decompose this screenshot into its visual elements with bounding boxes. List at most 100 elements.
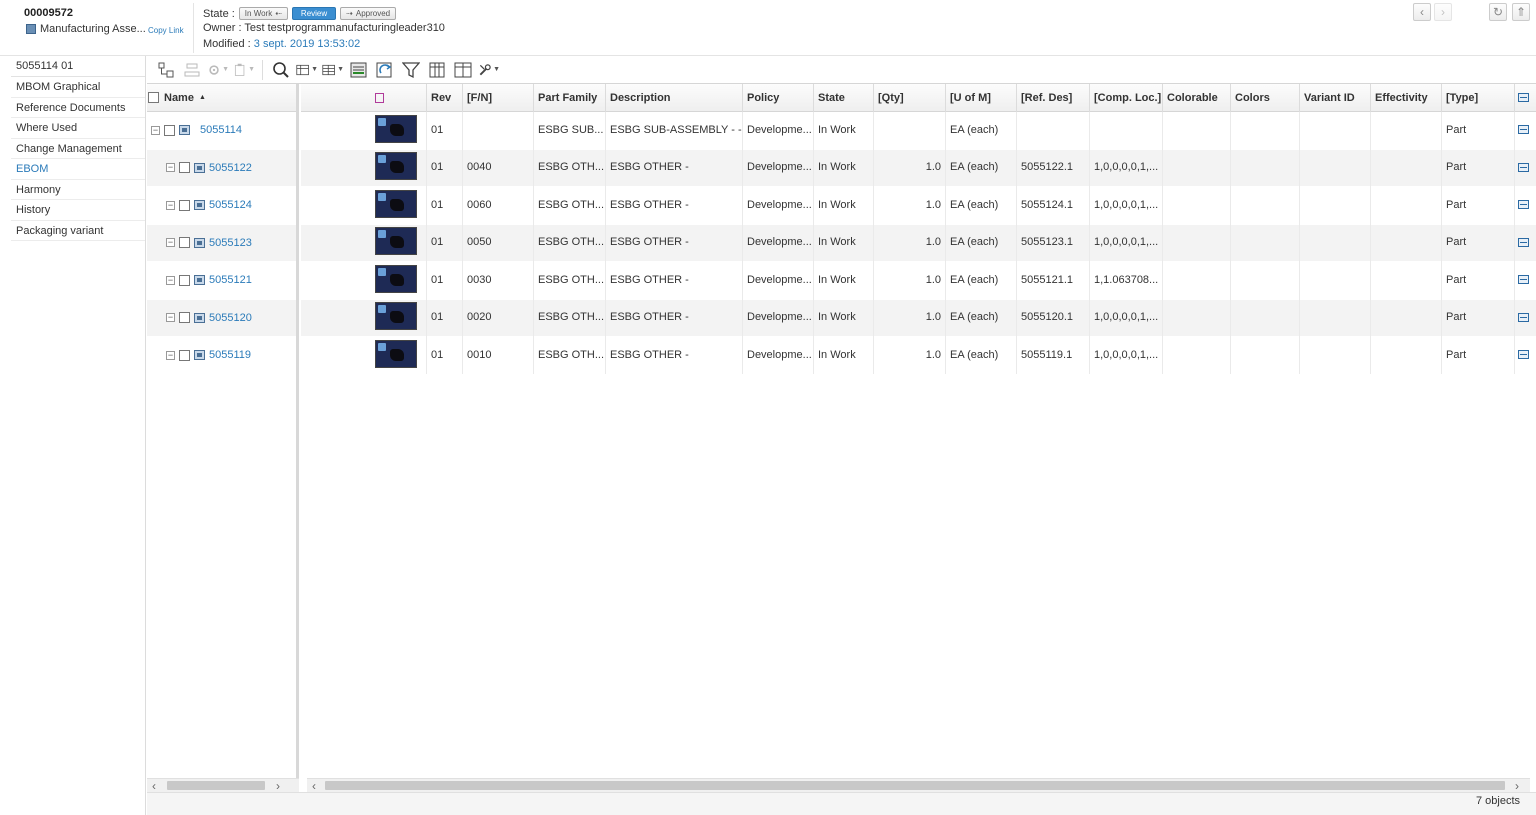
- part-thumbnail[interactable]: [375, 152, 417, 181]
- tree-row[interactable]: − 5055120: [147, 299, 296, 337]
- expand-structure-icon[interactable]: [155, 59, 177, 81]
- table-row[interactable]: 01 0030 ESBG OTH... ESBG OTHER - Developme..…: [301, 261, 1536, 300]
- row-checkbox[interactable]: [164, 124, 175, 136]
- row-checkbox[interactable]: [179, 349, 190, 361]
- sidebar-item-mbom-graphical[interactable]: MBOM Graphical: [11, 77, 145, 98]
- part-thumbnail[interactable]: [375, 264, 417, 293]
- part-name-link[interactable]: 5055114: [200, 124, 242, 136]
- column-header-description[interactable]: Description: [606, 84, 743, 112]
- row-detail-icon[interactable]: [1515, 112, 1535, 150]
- row-checkbox[interactable]: [179, 199, 190, 211]
- state-in-work[interactable]: In Work ⇠: [238, 7, 288, 20]
- forward-icon[interactable]: ›: [1434, 3, 1452, 21]
- scroll-right-icon[interactable]: ›: [271, 779, 285, 793]
- collapse-node-icon[interactable]: −: [166, 163, 175, 173]
- data-pane-scrollbar[interactable]: ‹ ›: [307, 778, 1530, 793]
- refresh-icon[interactable]: ↻: [1489, 3, 1507, 21]
- tree-row[interactable]: − 5055121: [147, 262, 296, 300]
- column-header-policy[interactable]: Policy: [743, 84, 814, 112]
- minimize-header-icon[interactable]: ⇑: [1512, 3, 1530, 21]
- column-header-uom[interactable]: [U of M]: [946, 84, 1017, 112]
- part-thumbnail[interactable]: [375, 302, 417, 331]
- row-detail-icon[interactable]: [1515, 149, 1535, 187]
- column-header-qty[interactable]: [Qty]: [874, 84, 946, 112]
- table-row[interactable]: 01 0060 ESBG OTH... ESBG OTHER - Developme..…: [301, 186, 1536, 225]
- column-header-comp-loc[interactable]: [Comp. Loc.]: [1090, 84, 1163, 112]
- row-detail-icon[interactable]: [1515, 187, 1535, 225]
- copy-link[interactable]: Copy Link: [148, 26, 184, 35]
- row-checkbox[interactable]: [179, 237, 190, 249]
- table-row[interactable]: 01 ESBG SUB... ESBG SUB-ASSEMBLY - - Develo…: [301, 111, 1536, 150]
- sidebar-item-history[interactable]: History: [11, 200, 145, 221]
- column-header-part-family[interactable]: Part Family: [534, 84, 606, 112]
- part-name-link[interactable]: 5055122: [209, 162, 252, 174]
- select-all-checkbox[interactable]: [148, 92, 159, 103]
- edit-table-icon[interactable]: [348, 59, 370, 81]
- part-thumbnail[interactable]: [375, 227, 417, 256]
- part-name-link[interactable]: 5055123: [209, 237, 252, 249]
- row-checkbox[interactable]: [179, 162, 190, 174]
- table-row[interactable]: 01 0020 ESBG OTH... ESBG OTHER - Developme..…: [301, 299, 1536, 337]
- row-detail-icon[interactable]: [1515, 337, 1535, 375]
- sidebar-item-ebom[interactable]: EBOM: [11, 159, 145, 180]
- collapse-node-icon[interactable]: −: [166, 275, 175, 285]
- tree-row[interactable]: − 5055114: [147, 112, 296, 150]
- paste-icon[interactable]: ▼: [233, 59, 255, 81]
- part-thumbnail[interactable]: [375, 189, 417, 218]
- row-checkbox[interactable]: [179, 274, 190, 286]
- refresh-link-icon[interactable]: [374, 59, 396, 81]
- search-icon[interactable]: [270, 59, 292, 81]
- row-detail-icon[interactable]: [1515, 262, 1535, 300]
- collapse-icon[interactable]: [181, 59, 203, 81]
- column-header-colorable[interactable]: Colorable: [1163, 84, 1231, 112]
- columns-icon[interactable]: [452, 59, 474, 81]
- name-column-header[interactable]: Name ▲: [147, 84, 296, 112]
- column-options-icon[interactable]: [1515, 84, 1535, 112]
- table-view-icon[interactable]: ▼: [296, 59, 318, 81]
- grid-layout-icon[interactable]: ▼: [322, 59, 344, 81]
- part-name-link[interactable]: 5055124: [209, 199, 252, 211]
- sidebar-item-harmony[interactable]: Harmony: [11, 180, 145, 200]
- back-icon[interactable]: ‹: [1413, 3, 1431, 21]
- table-row[interactable]: 01 0040 ESBG OTH... ESBG OTHER - Developme..…: [301, 149, 1536, 187]
- column-header-thumbnail[interactable]: [301, 84, 427, 112]
- column-header-colors[interactable]: Colors: [1231, 84, 1300, 112]
- part-name-link[interactable]: 5055119: [209, 349, 251, 361]
- filter-icon[interactable]: [400, 59, 422, 81]
- tree-row[interactable]: − 5055123: [147, 224, 296, 262]
- tools-icon[interactable]: ▼: [478, 59, 500, 81]
- table-row[interactable]: 01 0010 ESBG OTH... ESBG OTHER - Developme..…: [301, 336, 1536, 375]
- column-header-state[interactable]: State: [814, 84, 874, 112]
- collapse-node-icon[interactable]: −: [166, 238, 175, 248]
- sidebar-item-reference-documents[interactable]: Reference Documents: [11, 98, 145, 118]
- part-thumbnail[interactable]: [375, 339, 417, 368]
- part-thumbnail[interactable]: [375, 114, 417, 143]
- name-pane-scrollbar[interactable]: ‹ ›: [147, 778, 299, 793]
- tree-row[interactable]: − 5055119: [147, 337, 296, 375]
- part-name-link[interactable]: 5055120: [209, 312, 252, 324]
- collapse-node-icon[interactable]: −: [166, 313, 175, 323]
- configure-icon[interactable]: ▼: [207, 59, 229, 81]
- tree-row[interactable]: − 5055124: [147, 187, 296, 225]
- scrollbar-thumb[interactable]: [167, 781, 265, 790]
- row-checkbox[interactable]: [179, 312, 190, 324]
- table-row[interactable]: 01 0050 ESBG OTH... ESBG OTHER - Developme..…: [301, 224, 1536, 262]
- collapse-node-icon[interactable]: −: [166, 350, 175, 360]
- part-name-link[interactable]: 5055121: [209, 274, 252, 286]
- column-header-rev[interactable]: Rev: [427, 84, 463, 112]
- row-detail-icon[interactable]: [1515, 224, 1535, 262]
- column-header-variant-id[interactable]: Variant ID: [1300, 84, 1371, 112]
- state-approved[interactable]: ⇢ Approved: [340, 7, 397, 20]
- sidebar-item-where-used[interactable]: Where Used: [11, 118, 145, 139]
- state-review[interactable]: Review: [291, 7, 337, 20]
- scrollbar-thumb[interactable]: [325, 781, 1505, 790]
- sidebar-item-change-management[interactable]: Change Management: [11, 139, 145, 159]
- scroll-left-icon[interactable]: ‹: [307, 779, 321, 793]
- collapse-node-icon[interactable]: −: [166, 200, 175, 210]
- column-header-effectivity[interactable]: Effectivity: [1371, 84, 1442, 112]
- modified-date[interactable]: 3 sept. 2019 13:53:02: [254, 38, 360, 50]
- sidebar-item-packaging-variant[interactable]: Packaging variant: [11, 221, 145, 241]
- scroll-right-icon[interactable]: ›: [1510, 779, 1524, 793]
- row-detail-icon[interactable]: [1515, 299, 1535, 337]
- collapse-node-icon[interactable]: −: [151, 125, 160, 135]
